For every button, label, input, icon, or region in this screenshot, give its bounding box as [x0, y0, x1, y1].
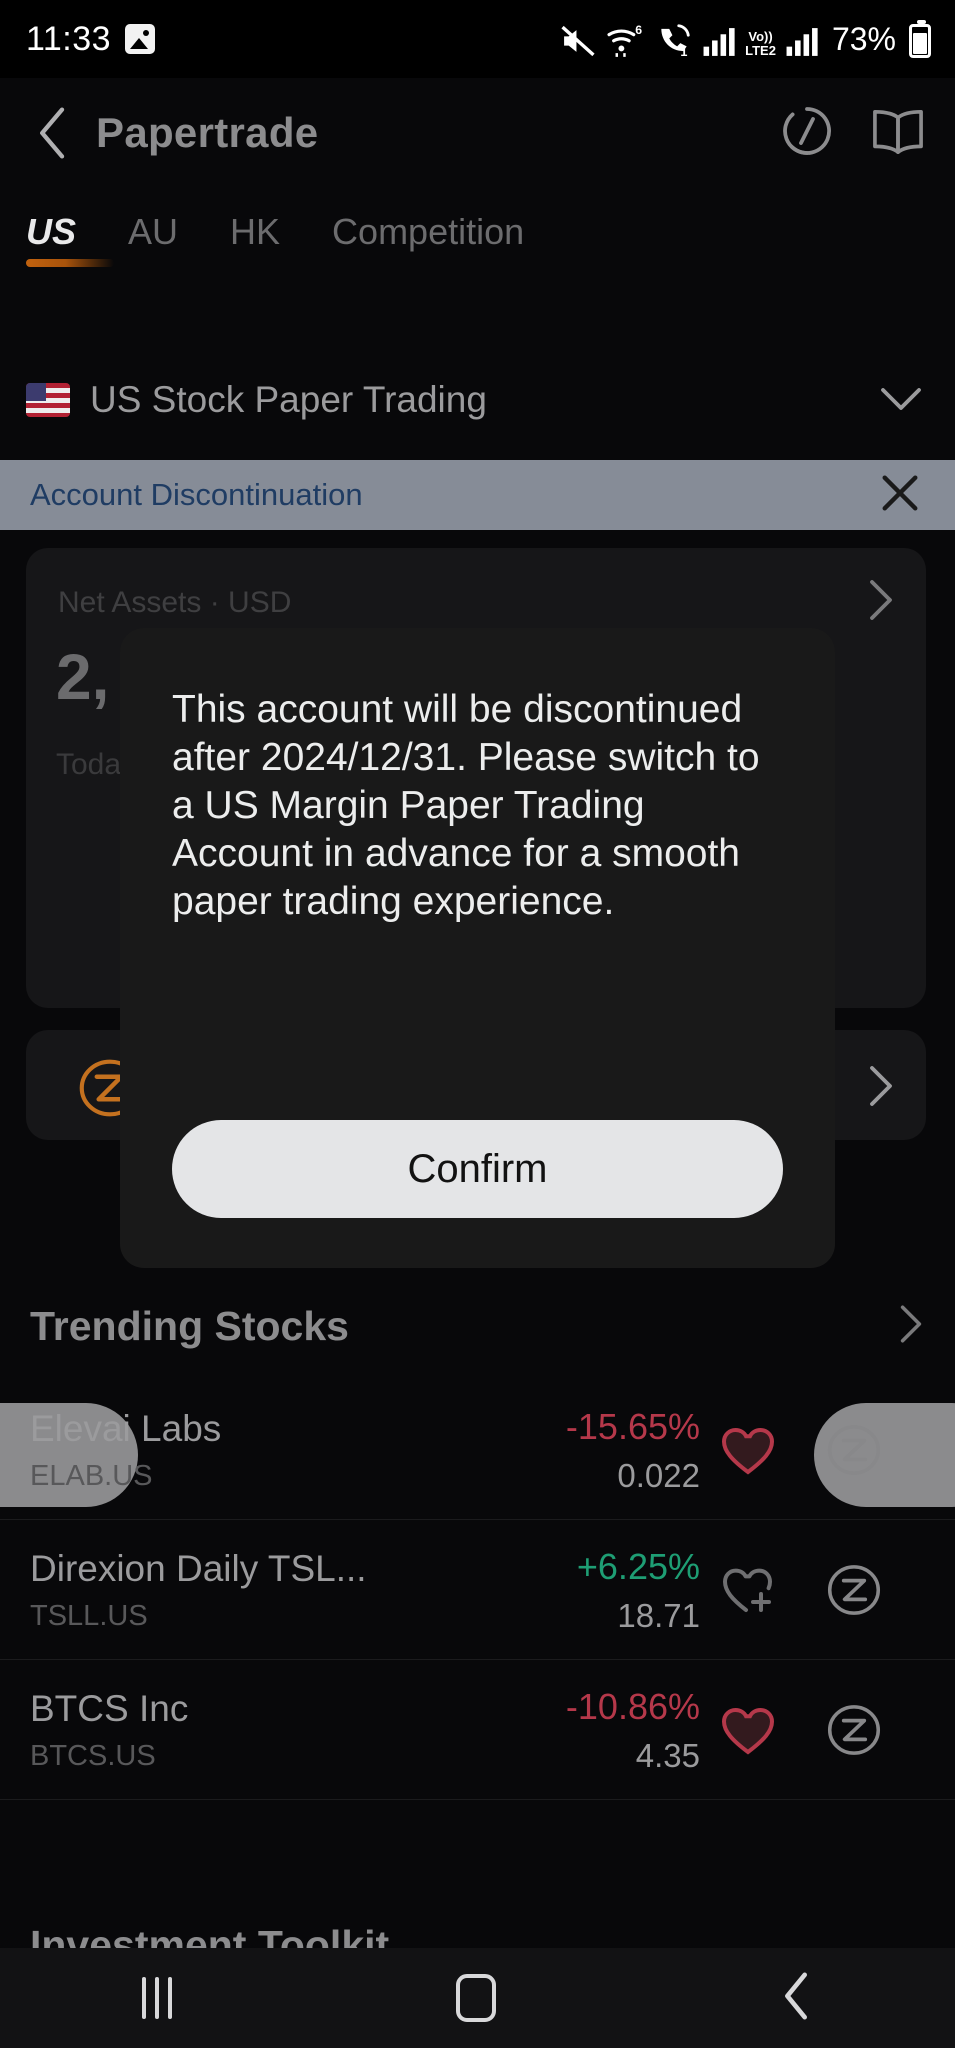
confirm-button[interactable]: Confirm: [172, 1120, 783, 1218]
chevron-right-icon: [870, 580, 892, 620]
net-assets-value: 2,: [56, 641, 110, 713]
tab-us-label: US: [26, 211, 77, 252]
heart-filled-icon: [721, 1427, 775, 1475]
chevron-right-icon: [900, 1304, 922, 1343]
book-button[interactable]: [871, 106, 925, 161]
app-header: Papertrade: [0, 78, 955, 188]
signal-2-icon: [786, 27, 818, 56]
page-title: Papertrade: [96, 109, 319, 156]
tab-au[interactable]: AU: [102, 211, 204, 253]
stock-identity: Direxion Daily TSL... TSLL.US: [30, 1546, 460, 1633]
stock-price: 4.35: [635, 1737, 700, 1774]
mute-icon: [561, 25, 595, 56]
stock-quote: -10.86% 4.35: [460, 1684, 700, 1775]
account-expand-button[interactable]: [879, 384, 923, 417]
volte-lte2-icon: Vo)) LTE2: [745, 29, 776, 58]
stock-change-percent: +6.25%: [576, 1546, 700, 1587]
home-icon[interactable]: [456, 1974, 497, 2022]
net-assets-today-label: Toda: [56, 748, 122, 781]
moomoo-z-icon: [827, 1564, 881, 1615]
book-icon: [873, 109, 923, 154]
stock-identity: BTCS Inc BTCS.US: [30, 1686, 460, 1773]
battery-icon: [909, 19, 931, 58]
trade-button[interactable]: [806, 1422, 902, 1478]
tab-hk[interactable]: HK: [204, 211, 306, 253]
refresh-circle-icon: [783, 106, 831, 155]
account-name: US Stock Paper Trading: [90, 379, 487, 420]
chevron-down-icon: [881, 387, 921, 410]
moomoo-z-icon: [827, 1704, 881, 1755]
net-assets-label: Net Assets · USD: [58, 586, 292, 619]
stock-identity: Elevai Labs ELAB.US: [30, 1406, 460, 1493]
moomoo-z-icon: [827, 1424, 881, 1475]
promo-card-button[interactable]: [866, 1064, 896, 1113]
account-selector[interactable]: US Stock Paper Trading: [0, 355, 955, 445]
dialog-message: This account will be discontinued after …: [172, 688, 760, 923]
android-nav-bar: [0, 1948, 955, 2048]
app-screen: 11:33 6 1 Vo)) LTE2 73% Papertrade US AU…: [0, 0, 955, 2048]
table-row[interactable]: Direxion Daily TSL... TSLL.US +6.25% 18.…: [0, 1520, 955, 1660]
trade-button[interactable]: [806, 1702, 902, 1758]
status-time: 11:33: [26, 19, 112, 58]
svg-text:6: 6: [635, 22, 642, 36]
stock-change-percent: -15.65%: [565, 1406, 700, 1447]
recents-icon[interactable]: [142, 1977, 173, 2019]
favorite-button[interactable]: [700, 1704, 796, 1756]
stock-name: Elevai Labs: [30, 1407, 222, 1449]
stock-code: TSLL.US: [30, 1600, 148, 1633]
image-icon: [125, 24, 156, 54]
battery-percent: 73%: [831, 20, 896, 57]
net-assets-detail-button[interactable]: [866, 578, 896, 627]
refresh-button[interactable]: [781, 105, 833, 162]
stock-name: BTCS Inc: [30, 1687, 189, 1729]
heart-filled-icon: [721, 1707, 775, 1755]
svg-text:1: 1: [680, 44, 687, 57]
stock-quote: +6.25% 18.71: [460, 1544, 700, 1635]
trending-stocks-title: Trending Stocks: [30, 1302, 349, 1349]
us-flag-icon: [26, 383, 70, 417]
chevron-left-icon: [40, 107, 65, 159]
status-icons: 6 1 Vo)) LTE2 73%: [559, 19, 931, 58]
signal-1-icon: [703, 27, 735, 56]
heart-plus-outline-icon: [723, 1568, 772, 1612]
status-bar: 11:33 6 1 Vo)) LTE2 73%: [0, 0, 955, 78]
wifi-6-icon: 6: [607, 22, 642, 57]
stock-code: BTCS.US: [30, 1740, 156, 1773]
tab-active-underline: [26, 259, 114, 267]
stock-price: 0.022: [617, 1457, 700, 1494]
stock-name: Direxion Daily TSL...: [30, 1547, 367, 1589]
back-button[interactable]: [30, 107, 76, 159]
account-discontinuation-dialog: This account will be discontinued after …: [120, 628, 835, 1268]
table-row[interactable]: BTCS Inc BTCS.US -10.86% 4.35: [0, 1660, 955, 1800]
trade-button[interactable]: [806, 1562, 902, 1618]
banner-text: Account Discontinuation: [30, 477, 363, 512]
tab-competition[interactable]: Competition: [306, 211, 550, 253]
close-icon: [882, 475, 918, 510]
chevron-right-icon: [870, 1066, 892, 1106]
table-row[interactable]: Elevai Labs ELAB.US -15.65% 0.022: [0, 1380, 955, 1520]
banner-close-button[interactable]: [879, 472, 921, 519]
favorite-button[interactable]: [700, 1564, 796, 1616]
trending-stocks-header[interactable]: Trending Stocks: [0, 1286, 955, 1366]
tab-us[interactable]: US: [26, 211, 114, 267]
stock-code: ELAB.US: [30, 1460, 153, 1493]
market-tabs: US AU HK Competition: [0, 192, 955, 272]
favorite-button[interactable]: [700, 1424, 796, 1476]
account-discontinuation-banner[interactable]: Account Discontinuation: [0, 460, 955, 530]
header-actions: [781, 105, 925, 162]
stock-change-percent: -10.86%: [565, 1686, 700, 1727]
stock-price: 18.71: [617, 1597, 700, 1634]
stock-quote: -15.65% 0.022: [460, 1404, 700, 1495]
trending-stocks-more-button[interactable]: [897, 1303, 925, 1350]
call-icon: 1: [661, 23, 690, 58]
back-icon[interactable]: [781, 1971, 813, 2026]
